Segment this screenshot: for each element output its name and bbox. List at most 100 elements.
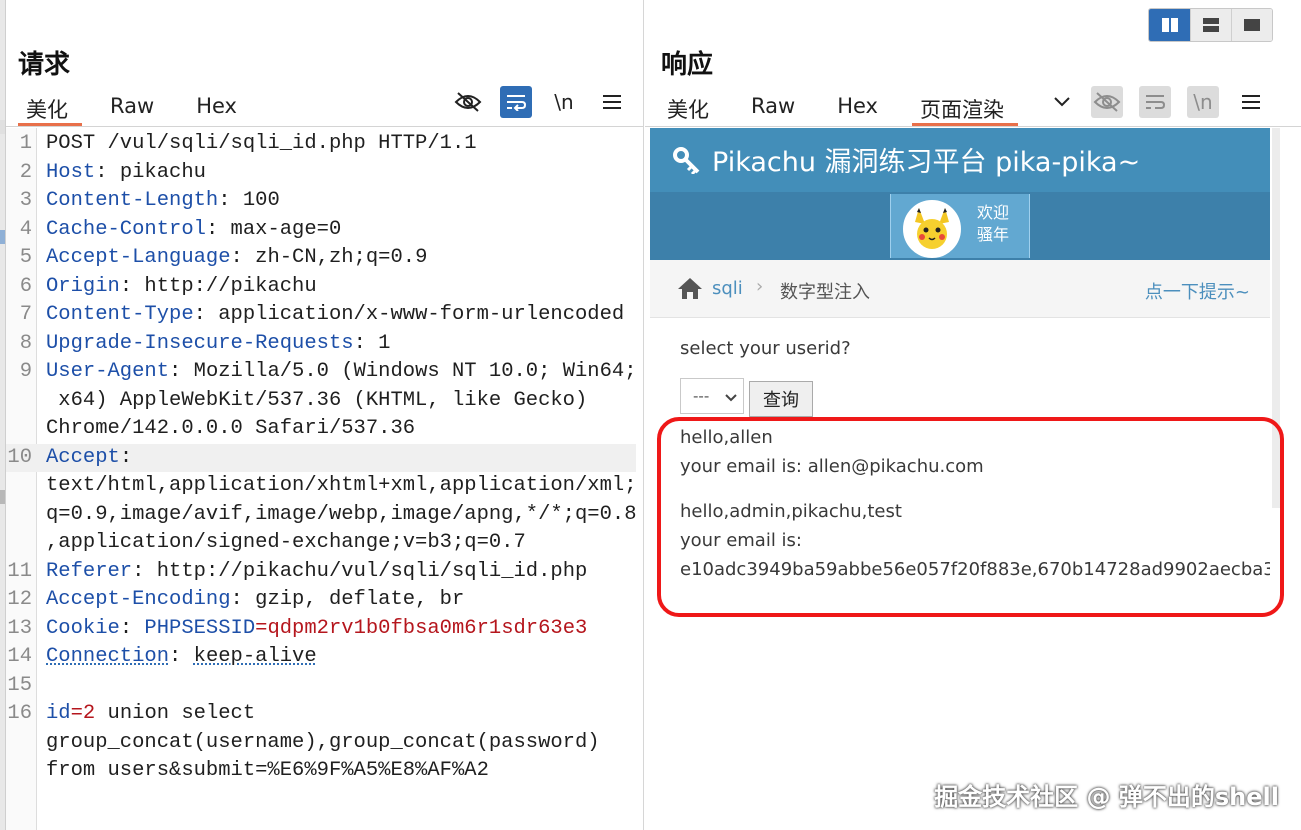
home-icon[interactable] (676, 276, 704, 304)
header-name: Accept-Encoding (46, 588, 231, 611)
request-tab-hex[interactable]: Hex (188, 90, 245, 124)
editor-line[interactable]: 15 (6, 672, 636, 701)
header-name: Upgrade-Insecure-Requests (46, 331, 354, 355)
line-number: 3 (19, 189, 32, 212)
line-value: Chrome/142.0.0.0 Safari/537.36 (46, 417, 416, 440)
menu-icon[interactable] (1235, 86, 1267, 118)
chevron-down-icon[interactable] (1049, 86, 1075, 118)
header-name: Origin (46, 274, 120, 298)
line-code: Accept-Encoding: gzip, deflate, br (46, 586, 464, 615)
header-name: id (46, 702, 71, 725)
response-tab-pretty[interactable]: 美化 (659, 90, 717, 124)
line-code: Content-Length: 100 (46, 187, 280, 216)
line-code: Cache-Control: max-age=0 (46, 216, 341, 245)
header-name: User-Agent (46, 360, 170, 383)
header-separator: = (70, 702, 83, 725)
header-separator: : (353, 331, 379, 355)
header-name: Connection (46, 645, 170, 668)
response-tab-hex[interactable]: Hex (829, 90, 886, 124)
response-divider (645, 126, 1301, 127)
request-tab-pretty[interactable]: 美化 (18, 90, 82, 126)
eye-slash-icon[interactable] (1091, 86, 1123, 118)
line-number: 5 (19, 246, 32, 269)
header-separator: : (193, 303, 219, 326)
highlight-annotation-box (657, 417, 1284, 617)
request-divider (6, 126, 643, 127)
header-separator: : (95, 160, 120, 184)
editor-line[interactable]: 2 Host: pikachu (6, 159, 636, 188)
editor-line[interactable]: group_concat(username),group_concat(pass… (6, 729, 636, 758)
editor-line[interactable]: 13 Cookie: PHPSESSID=qdpm2rv1b0fbsa0m6r1s… (6, 615, 636, 644)
line-number: 13 (7, 616, 32, 640)
editor-line[interactable]: from users&submit=%E6%9F%A5%E8%AF%A2 (6, 757, 636, 786)
line-value: keep-alive (193, 645, 317, 668)
response-tab-raw[interactable]: Raw (743, 90, 803, 124)
editor-line[interactable]: 1 POST /vul/sqli/sqli_id.php HTTP/1.1 (6, 130, 636, 159)
header-name: Host (46, 160, 96, 184)
menu-icon[interactable] (596, 86, 628, 118)
hint-link[interactable]: 点一下提示~ (1145, 278, 1250, 304)
site-title[interactable]: Pikachu 漏洞练习平台 pika-pika~ (712, 140, 1140, 179)
editor-line[interactable]: 11 Referer: http://pikachu/vul/sqli/sqli_… (6, 558, 636, 587)
cookie-equals: = (255, 616, 268, 640)
line-code: group_concat(username),group_concat(pass… (46, 729, 600, 758)
layout-switcher (1148, 8, 1273, 42)
wrap-icon[interactable] (500, 86, 532, 118)
userid-select[interactable]: --- (680, 378, 744, 414)
site-header: Pikachu 漏洞练习平台 pika-pika~ (650, 128, 1270, 192)
welcome-text: 欢迎 骚年 (977, 202, 1009, 246)
editor-line[interactable]: 6 Origin: http://pikachu (6, 273, 636, 302)
editor-line[interactable]: x64) AppleWebKit/537.36 (KHTML, like Gec… (6, 387, 636, 416)
editor-line[interactable]: ,application/signed-exchange;v=b3;q=0.7 (6, 529, 636, 558)
chevron-down-icon (725, 389, 737, 407)
line-code: Connection: keep-alive (46, 643, 317, 672)
editor-line[interactable]: 7 Content-Type: application/x-www-form-ur… (6, 301, 636, 330)
request-tab-raw[interactable]: Raw (102, 90, 162, 124)
editor-line[interactable]: 5 Accept-Language: zh-CN,zh;q=0.9 (6, 244, 636, 273)
editor-line[interactable]: 16 id=2 union select (6, 700, 636, 729)
editor-line[interactable]: q=0.9,image/avif,image/webp,image/apng,*… (6, 501, 637, 530)
editor-line[interactable]: Chrome/142.0.0.0 Safari/537.36 (6, 415, 636, 444)
line-number: 10 (7, 445, 32, 469)
wrap-icon[interactable] (1139, 86, 1171, 118)
line-value: POST /vul/sqli/sqli_id.php HTTP/1.1 (46, 132, 477, 155)
line-value: q=0.9,image/avif,image/webp,image/apng,*… (46, 502, 637, 526)
header-name: Referer (46, 559, 133, 583)
line-code: ,application/signed-exchange;v=b3;q=0.7 (46, 529, 526, 558)
line-value: application/x-www-form-urlencoded (218, 303, 625, 326)
newline-icon[interactable]: \n (548, 86, 580, 118)
editor-line[interactable]: 8 Upgrade-Insecure-Requests: 1 (6, 330, 636, 359)
response-tab-render[interactable]: 页面渲染 (911, 90, 1018, 126)
response-title: 响应 (661, 50, 714, 80)
newline-icon[interactable]: \n (1187, 86, 1219, 118)
line-value: gzip, deflate, br (255, 588, 465, 611)
line-number: 12 (7, 588, 32, 611)
split-vertical-icon[interactable] (1149, 9, 1190, 41)
userid-prompt: select your userid? (680, 338, 851, 359)
editor-line[interactable]: 12 Accept-Encoding: gzip, deflate, br (6, 586, 636, 615)
line-number: 2 (19, 160, 32, 184)
breadcrumb-current: 数字型注入 (780, 282, 870, 303)
editor-line[interactable]: 3 Content-Length: 100 (6, 187, 636, 216)
editor-line[interactable]: 4 Cache-Control: max-age=0 (6, 216, 636, 245)
line-value: group_concat(username),group_concat(pass… (46, 730, 600, 754)
breadcrumb-link-sqli[interactable]: sqli (712, 278, 743, 299)
eye-slash-icon[interactable] (452, 86, 484, 118)
editor-line[interactable]: text/html,application/xhtml+xml,applicat… (6, 472, 637, 501)
header-name: Accept-Language (46, 246, 231, 269)
single-pane-icon[interactable] (1231, 9, 1272, 41)
query-button[interactable]: 查询 (749, 381, 813, 417)
line-code: text/html,application/xhtml+xml,applicat… (46, 472, 637, 501)
editor-line[interactable]: 14 Connection: keep-alive (6, 643, 636, 672)
line-value: http://pikachu/vul/sqli/sqli_id.php (156, 559, 588, 583)
editor-line[interactable]: 10 Accept: (6, 443, 636, 472)
line-code: Chrome/142.0.0.0 Safari/537.36 (46, 415, 415, 444)
user-menu[interactable]: 欢迎 骚年 (890, 194, 1030, 258)
split-horizontal-icon[interactable] (1190, 9, 1231, 41)
header-separator: : (230, 246, 256, 269)
request-editor[interactable]: 1 POST /vul/sqli/sqli_id.php HTTP/1.1 2 Hos… (6, 128, 644, 830)
sidebar-marker (0, 120, 5, 134)
line-code: User-Agent: Mozilla/5.0 (Windows NT 10.0… (46, 358, 637, 387)
editor-line[interactable]: 9 User-Agent: Mozilla/5.0 (Windows NT 10.… (6, 358, 637, 387)
header-separator: : (205, 217, 231, 241)
